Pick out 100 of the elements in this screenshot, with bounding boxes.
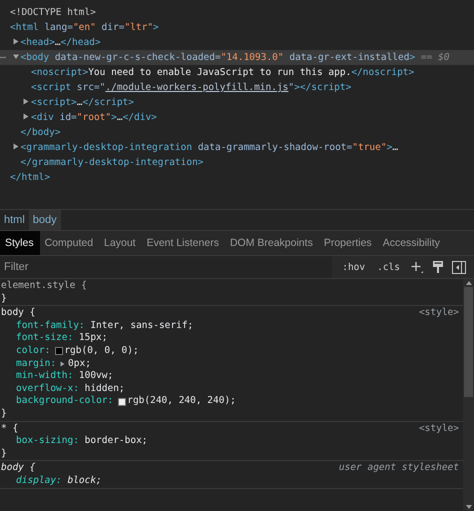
attribute-value: "14.1093.0" <box>220 52 284 63</box>
css-property[interactable]: font-size: <box>16 332 74 345</box>
css-selector: body { <box>1 462 36 475</box>
sidebar-toggle-icon[interactable] <box>452 260 466 274</box>
tag-text: > <box>153 22 159 33</box>
dom-node-row[interactable]: <head>…</head> <box>0 35 474 50</box>
expand-arrow-icon[interactable] <box>60 360 66 367</box>
tag-text: ></script> <box>294 82 352 93</box>
css-property[interactable]: background-color: <box>16 395 114 408</box>
css-property[interactable]: margin: <box>16 358 56 370</box>
expanded-arrow-icon[interactable] <box>12 53 18 60</box>
dom-node-row[interactable]: <html lang="en" dir="ltr"> <box>0 20 474 35</box>
attribute-name: dir= <box>100 22 124 33</box>
stylesheet-source[interactable]: <style> <box>418 307 459 320</box>
paint-roller-icon[interactable] <box>432 260 444 274</box>
css-selector: body { <box>1 307 36 320</box>
css-property[interactable]: display: <box>16 474 62 488</box>
css-property[interactable]: color: <box>16 344 50 358</box>
css-value[interactable]: hidden; <box>84 382 125 396</box>
tag-text: <body <box>20 52 50 63</box>
dom-node-row[interactable]: <div id="root">…</div> <box>0 110 474 125</box>
panel-tab[interactable]: Properties <box>318 231 378 255</box>
filter-field[interactable]: Filter <box>0 256 332 278</box>
dom-node-row[interactable]: <script>…</script> <box>0 95 474 110</box>
attribute-name: " <box>288 82 294 93</box>
dom-node-row[interactable]: <noscript>You need to enable JavaScript to run this app.</noscript> <box>0 65 474 80</box>
source-link[interactable]: ./module-workers-polyfill.min.js <box>105 82 288 93</box>
color-swatch[interactable] <box>118 398 126 406</box>
attribute-value: "en" <box>72 22 96 33</box>
tag-text: <html <box>10 22 39 33</box>
breadcrumb[interactable]: html <box>0 210 29 230</box>
dom-node-row[interactable]: <grammarly-desktop-integration data-grammarly-shadow-root="true">… </grammarly-desktop-integration> <box>0 140 474 170</box>
more-dots-icon[interactable] <box>0 56 6 59</box>
tag-text: </div> <box>122 112 157 123</box>
text-content: … <box>392 142 398 153</box>
scroll-up-icon[interactable] <box>466 281 472 285</box>
css-value[interactable]: rgb(0, 0, 0); <box>64 344 139 358</box>
plus-icon[interactable] <box>410 260 424 274</box>
breadcrumb[interactable]: body <box>28 210 61 230</box>
attribute-name: src=" <box>76 82 106 93</box>
tag-text: <noscript> <box>31 67 88 78</box>
text-content: … <box>76 97 82 108</box>
scroll-down-icon[interactable] <box>466 505 472 509</box>
dom-node-row[interactable]: <body data-new-gr-c-s-check-loaded="14.1093.0" data-gr-ext-installed> == $0 <box>0 50 474 65</box>
doctype-text: <!DOCTYPE html> <box>10 7 96 18</box>
scrollbar-thumb[interactable] <box>464 287 473 397</box>
css-property[interactable]: overflow-x: <box>16 382 79 396</box>
panel-tab[interactable]: Layout <box>99 231 142 255</box>
attribute-name: lang= <box>43 22 73 33</box>
css-value[interactable]: 0px; <box>68 358 91 370</box>
css-value[interactable]: 100vw; <box>78 370 114 383</box>
color-swatch[interactable] <box>55 347 64 356</box>
closing-brace: } <box>1 292 7 306</box>
attribute-name: data-new-gr-c-s-check-loaded= <box>54 52 221 63</box>
panel-tab[interactable]: DOM Breakpoints <box>224 231 319 255</box>
dom-node-row[interactable]: <!DOCTYPE html> <box>0 5 474 20</box>
tag-text: > <box>386 142 392 153</box>
dom-node-row[interactable]: </html> <box>0 170 474 185</box>
css-value[interactable]: rgb(240, 240, 240); <box>127 395 236 408</box>
collapsed-arrow-icon[interactable] <box>23 113 29 120</box>
text-content: … <box>54 37 61 48</box>
dom-node-row[interactable]: <script src="./module-workers-polyfill.min.js"></script> <box>0 80 474 95</box>
tag-text: <script <box>31 82 72 93</box>
stylesheet-source[interactable]: <style> <box>418 422 459 436</box>
attribute-value: "ltr" <box>124 22 154 33</box>
attribute-value: "true" <box>352 142 387 153</box>
text-content: … <box>116 112 123 123</box>
css-property[interactable]: box-sizing: <box>16 435 79 448</box>
panel-tab[interactable]: Event Listeners <box>142 231 225 255</box>
css-value[interactable]: Inter, sans-serif; <box>90 320 194 332</box>
tag-text: <script> <box>31 97 77 108</box>
css-property[interactable]: font-family: <box>16 320 85 332</box>
collapsed-arrow-icon[interactable] <box>12 143 18 150</box>
closing-brace: } <box>1 408 7 421</box>
tag-text: <head> <box>20 37 55 48</box>
collapsed-arrow-icon[interactable] <box>12 38 18 45</box>
tag-text: > <box>111 112 117 123</box>
text-content: You need to enable JavaScript to run this app. <box>88 67 352 78</box>
toolbar-toggle[interactable]: :hov <box>340 262 368 272</box>
panel-tab[interactable]: Accessibility <box>378 231 446 255</box>
attribute-name: data-grammarly-shadow-root= <box>196 142 352 153</box>
css-value[interactable]: 15px; <box>78 332 108 345</box>
scrollbar[interactable] <box>463 279 474 511</box>
panel-tab[interactable]: Computed <box>40 231 100 255</box>
closing-brace: } <box>1 448 7 460</box>
toolbar-toggle[interactable]: .cls <box>375 262 402 272</box>
panel-tab[interactable]: Styles <box>0 231 40 255</box>
css-property[interactable]: min-width: <box>16 370 74 383</box>
css-value[interactable]: border-box; <box>84 435 148 448</box>
tag-text: <div <box>31 112 54 123</box>
css-value[interactable]: block; <box>67 474 102 488</box>
tag-text: </body> <box>20 127 61 138</box>
collapsed-arrow-icon[interactable] <box>23 98 29 105</box>
tag-text: </noscript> <box>351 67 414 78</box>
attribute-value: "root" <box>76 112 112 123</box>
selected-node-marker: == $0 <box>420 52 450 63</box>
dom-node-row[interactable]: </body> <box>0 125 474 140</box>
css-selector: * { <box>1 422 18 436</box>
attribute-name: id= <box>58 112 77 123</box>
attribute-name: data-gr-ext-installed <box>288 52 410 63</box>
